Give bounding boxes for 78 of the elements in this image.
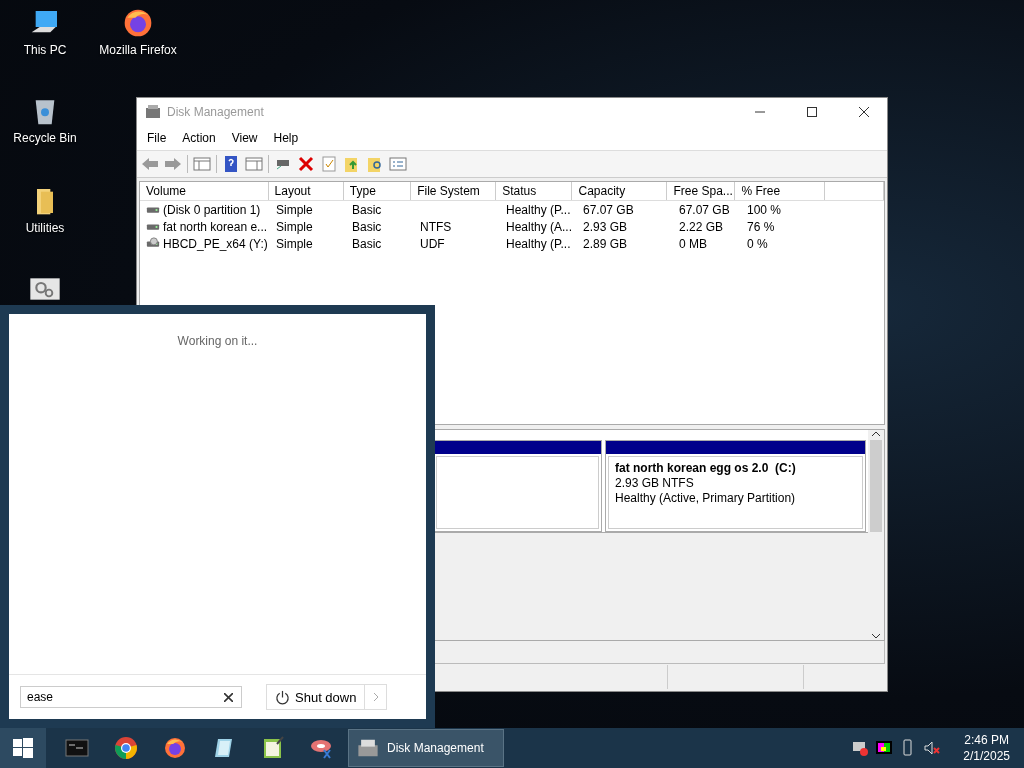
taskbar-button[interactable]: Disk Management [348,729,504,767]
partition-status: Healthy (Active, Primary Partition) [615,491,797,505]
table-cell: 67.07 GB [583,202,634,217]
panel-icon[interactable] [245,155,263,173]
start-button[interactable] [0,728,46,768]
table-cell: Simple [276,236,313,251]
table-cell: 0 MB [679,236,707,251]
column-header[interactable]: Capacity [572,182,668,200]
desktop-icon-label[interactable]: Mozilla Firefox [99,43,177,57]
terminal-icon[interactable] [64,736,89,760]
color-palette-icon[interactable] [875,739,894,757]
partition-block[interactable]: fat north korean egg os 2.0 (C:) 2.93 GB NTFS Healthy (Active, Primary Partition) [605,440,866,532]
desktop-icon-label[interactable]: This PC [23,43,67,57]
forward-icon[interactable] [164,155,182,173]
table-cell: 2.93 GB [583,219,628,234]
table-cell: Basic [352,202,382,217]
partition-size: 2.93 GB NTFS [615,476,695,490]
menu-item[interactable]: File [139,131,175,145]
table-cell: Basic [352,236,382,251]
close-icon [859,107,869,117]
table-cell: fat north korean e... [163,219,268,234]
table-cell: 76 % [747,219,775,234]
table-cell: Healthy (A... [506,219,573,234]
column-header[interactable]: Free Spa... [667,182,736,200]
clear-icon[interactable] [224,693,233,702]
desktop-icon-label[interactable]: Recycle Bin [13,131,77,145]
table-cell: 0 % [747,236,768,251]
table-cell: Simple [276,202,313,217]
scroll-down-icon[interactable] [871,632,881,640]
table-cell: UDF [420,236,445,251]
time-text: 2:46 PM [964,732,1009,748]
chevron-icon [372,692,379,702]
speaker-muted-icon[interactable] [923,739,942,757]
back-icon[interactable] [141,155,159,173]
menu-item[interactable]: Action [174,131,224,145]
maximize-icon [807,107,817,117]
checklist-icon[interactable] [320,155,338,173]
partition-label: fat north korean egg os 2.0 (C:) [615,461,797,475]
network-error-icon[interactable] [851,739,870,757]
table-cell: Healthy (P... [506,202,571,217]
column-header[interactable]: Volume [140,182,269,200]
column-header[interactable]: Status [496,182,573,200]
help-icon[interactable] [222,155,240,173]
table-cell: NTFS [420,219,452,234]
loading-message: Working on it... [177,334,258,348]
table-cell: Simple [276,219,313,234]
table-cell: (Disk 0 partition 1) [163,202,261,217]
table-cell: 2.22 GB [679,219,724,234]
date-text: 2/1/2025 [963,748,1010,764]
search-field[interactable]: ease [20,686,242,708]
table-cell: Healthy (P... [506,236,571,251]
window-title: Disk Management [167,105,265,119]
power-icon [275,689,290,705]
disk-management-icon [357,737,379,759]
firefox-icon [122,7,154,39]
column-header[interactable]: Type [343,182,412,200]
scroll-up-icon[interactable] [871,430,881,438]
table-cell: 2.89 GB [583,236,628,251]
scrollbar[interactable] [868,430,884,640]
column-header[interactable]: % Free [735,182,825,200]
desktop-icon-label[interactable]: Utilities [25,221,65,235]
partition-block[interactable] [433,440,602,532]
firefox-icon[interactable] [162,736,187,760]
table-cell: HBCD_PE_x64 (Y:) [163,236,268,251]
table-cell: 67.07 GB [679,202,730,217]
chrome-icon[interactable] [113,736,138,760]
panel-icon[interactable] [193,155,211,173]
menu-item[interactable]: View [223,131,266,145]
disk-management-icon [145,104,161,120]
folder-search-icon[interactable] [366,155,384,173]
table-cell: Basic [352,219,382,234]
windows-icon [13,738,33,758]
table-cell: 100 % [747,202,782,217]
menu-item[interactable]: Help [265,131,307,145]
clock[interactable]: 2:46 PM 2/1/2025 [963,732,1010,764]
delete-icon[interactable] [297,155,315,173]
column-header[interactable]: File System [411,182,497,200]
column-header[interactable]: Layout [268,182,344,200]
